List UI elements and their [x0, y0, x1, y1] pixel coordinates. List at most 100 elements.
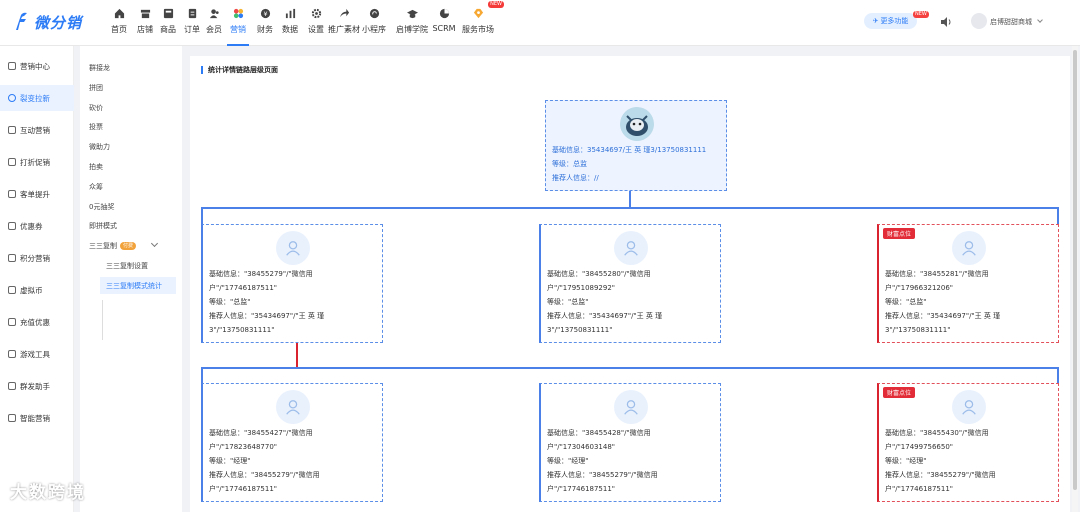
primary-sidebar: 营销中心裂变拉新互动营销打折促销客单提升优惠券积分营销虚拟币充值优惠游戏工具群发…: [0, 46, 74, 512]
sidebar-item-icon: [8, 318, 16, 326]
user-avatar: [952, 390, 986, 424]
secondary-sidebar: 群接龙拼团砍价投票微助力拍卖众筹 0元抽奖即拼模式三三复制 付费三三复制设置 三三复制…: [80, 46, 182, 512]
page-scrollbar[interactable]: [1072, 46, 1078, 512]
sidebar-item-8[interactable]: 充值优惠: [0, 309, 74, 335]
level2-connector-right: [1057, 367, 1059, 383]
wealth-tag: 财富点位: [883, 387, 916, 398]
level2-node-0[interactable]: 基础信息："38455427"/"微信用 户"/"17823648770" 等级："…: [201, 383, 383, 502]
subsidebar-item-3[interactable]: 投票: [89, 122, 103, 132]
top-bar: 微分销 首页 店铺 商品 订单 会员 营销 ¥ 财务 数据 设置 推广素材 小程序 启博学院 SCRM 服务…: [0, 0, 1080, 46]
subsidebar-item-0[interactable]: 群接龙: [89, 63, 110, 73]
miniprogram-icon: [368, 7, 380, 19]
node-info-line: 推荐人信息："38455279"/"微信用: [209, 471, 320, 479]
user-icon: [286, 400, 300, 415]
nav-label: 设置: [308, 25, 324, 34]
sidebar-item-11[interactable]: 智能营销: [0, 405, 74, 431]
sidebar-item-2[interactable]: 互动营销: [0, 117, 74, 143]
root-avatar-image: [620, 107, 654, 141]
sidebar-item-0[interactable]: 营销中心: [0, 53, 74, 79]
subsidebar-item-4[interactable]: 微助力: [89, 142, 110, 152]
nav-item-12[interactable]: SCRM: [426, 4, 462, 42]
node-info-line: 推荐人信息："35434697"/"王 英 瑾: [209, 312, 325, 320]
node-info-line: 等级："经理": [885, 457, 927, 465]
sidebar-item-label: 群发助手: [20, 381, 50, 391]
node-info-line: 户"/"17304603148": [547, 443, 616, 451]
node-info-line: 户"/"17746187511": [547, 485, 616, 493]
sidebar-item-7[interactable]: 虚拟币: [0, 277, 74, 303]
subsidebar-item-8[interactable]: 即拼模式: [89, 221, 117, 231]
node-info-line: 推荐人信息："38455279"/"微信用: [547, 471, 658, 479]
sidebar-item-icon: [8, 62, 16, 70]
nav-label: SCRM: [432, 24, 456, 33]
shop-name-dropdown[interactable]: 启博甜甜商城: [990, 17, 1044, 27]
sidebar-item-label: 智能营销: [20, 413, 50, 423]
sidebar-item-9[interactable]: 游戏工具: [0, 341, 74, 367]
node-info-line: 等级："经理": [209, 457, 251, 465]
sidebar-item-10[interactable]: 群发助手: [0, 373, 74, 399]
node-info-line: 户"/"17746187511": [885, 485, 954, 493]
sidebar-item-6[interactable]: 积分营销: [0, 245, 74, 271]
subsidebar-child-0[interactable]: 三三复制设置: [100, 257, 176, 274]
nav-item-10[interactable]: 小程序: [356, 4, 392, 42]
nav-item-13[interactable]: 服务市场 NEW: [460, 1, 504, 42]
node-info-line: 3"/"13750831111": [209, 326, 275, 334]
new-badge: NEW: [913, 11, 929, 18]
tree-guide-line: [102, 300, 103, 340]
settings-icon: [310, 7, 322, 19]
marketing-icon: [232, 7, 244, 19]
scrollbar-thumb[interactable]: [1073, 50, 1077, 490]
chevron-down-icon: [1037, 17, 1044, 23]
node-info: 基础信息："38455430"/"微信用 户"/"17499756650" 等级："…: [885, 426, 996, 496]
level2-connector-left: [201, 367, 203, 383]
academy-icon: [406, 7, 418, 19]
level2-connector: [201, 367, 1059, 369]
sidebar-item-5[interactable]: 优惠券: [0, 213, 74, 239]
sidebar-item-icon: [8, 414, 16, 422]
sidebar-item-1[interactable]: 裂变拉新: [0, 85, 74, 111]
subsidebar-group-sanfu[interactable]: 三三复制 付费: [89, 239, 159, 251]
nav-item-11[interactable]: 启博学院: [394, 4, 430, 42]
subsidebar-item-5[interactable]: 拍卖: [89, 162, 103, 172]
nav-label: 营销: [230, 25, 246, 34]
node-info-line: 户"/"17823648770": [209, 443, 278, 451]
home-icon: [113, 7, 125, 19]
user-icon: [962, 241, 976, 256]
chevron-down-icon: [150, 239, 159, 248]
app-logo[interactable]: 微分销: [12, 10, 97, 34]
finance-icon: ¥: [259, 7, 271, 19]
root-node[interactable]: 基础信息：35434697/王 英 瑾3/13750831111 等级：总监 推…: [545, 100, 727, 191]
user-avatar: [614, 390, 648, 424]
node-info-line: 推荐人信息："38455279"/"微信用: [885, 471, 996, 479]
node-info-line: 等级："总监": [547, 298, 589, 306]
user-icon: [962, 400, 976, 415]
sidebar-item-4[interactable]: 客单提升: [0, 181, 74, 207]
sidebar-item-label: 营销中心: [20, 61, 50, 71]
node-info: 基础信息："38455427"/"微信用 户"/"17823648770" 等级："…: [209, 426, 320, 496]
level2-node-1[interactable]: 基础信息："38455428"/"微信用 户"/"17304603148" 等级："…: [539, 383, 721, 502]
level1-node-2[interactable]: 财富点位 基础信息："38455281"/"微信用 户"/"17966321206"…: [877, 224, 1059, 343]
speaker-icon[interactable]: [940, 16, 952, 28]
sidebar-item-3[interactable]: 打折促销: [0, 149, 74, 175]
goods-icon: [162, 7, 174, 19]
user-avatar[interactable]: [971, 13, 987, 29]
node-info-line: 基础信息："38455279"/"微信用: [209, 270, 313, 278]
level1-node-0[interactable]: 基础信息："38455279"/"微信用 户"/"17746187511" 等级："…: [201, 224, 383, 343]
subsidebar-item-7[interactable]: 0元抽奖: [89, 202, 114, 212]
watermark-logo: 大数跨境: [10, 483, 86, 503]
sidebar-item-label: 客单提升: [20, 189, 50, 199]
svg-text:¥: ¥: [263, 9, 267, 17]
subsidebar-item-1[interactable]: 拼团: [89, 83, 103, 93]
subsidebar-item-6[interactable]: 众筹: [89, 182, 103, 192]
level1-connector: [201, 207, 1059, 209]
user-avatar: [276, 390, 310, 424]
sidebar-item-icon: [8, 286, 16, 294]
subsidebar-item-2[interactable]: 砍价: [89, 103, 103, 113]
more-features-label: 更多功能: [880, 17, 909, 25]
level1-connector-right: [1057, 207, 1059, 224]
data-icon: [284, 7, 296, 19]
more-features-button[interactable]: ✈ 更多功能: [864, 13, 917, 29]
level1-node-1[interactable]: 基础信息："38455280"/"微信用 户"/"17951089292" 等级："…: [539, 224, 721, 343]
subsidebar-child-1[interactable]: 三三复制模式统计: [100, 277, 176, 294]
logo-icon: [16, 12, 27, 30]
level2-node-2[interactable]: 财富点位基础信息："38455430"/"微信用 户"/"17499756650"…: [877, 383, 1059, 502]
